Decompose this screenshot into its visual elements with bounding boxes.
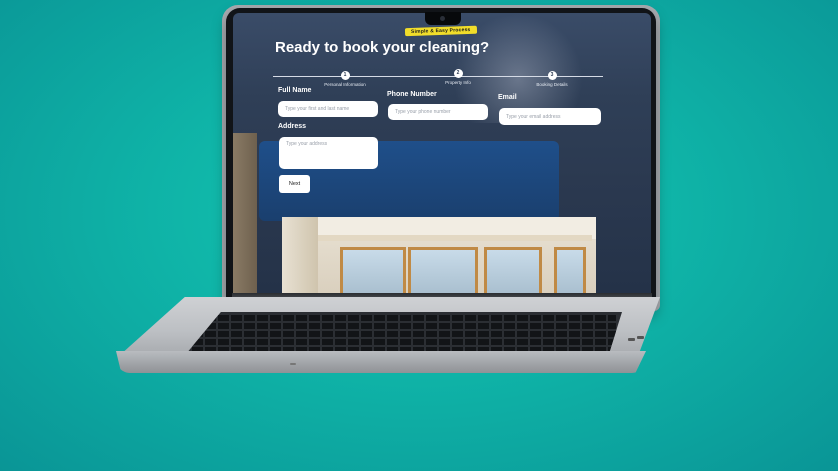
email-input[interactable] xyxy=(499,108,601,125)
photo-window xyxy=(554,247,586,293)
step-label: Property Info xyxy=(445,80,471,85)
address-label: Address xyxy=(278,123,307,130)
photo-window xyxy=(484,247,542,293)
step-number: 2 xyxy=(453,69,463,78)
step-personal-information[interactable]: 1 Personal Information xyxy=(315,71,375,87)
page-title: Ready to book your cleaning? xyxy=(275,39,490,56)
photo-window xyxy=(340,247,406,293)
camera-notch xyxy=(425,12,461,25)
laptop: Simple & Easy Process Ready to book your… xyxy=(0,0,838,471)
step-property-info[interactable]: 2 Property Info xyxy=(428,69,488,85)
usb-port-icon xyxy=(637,336,644,339)
email-label: Email xyxy=(498,94,517,101)
address-input[interactable] xyxy=(279,137,378,169)
step-label: Personal Information xyxy=(324,82,366,87)
camera-icon xyxy=(440,16,445,21)
room-photo xyxy=(282,217,596,293)
usb-port-icon xyxy=(628,338,635,341)
photo-wall xyxy=(282,217,318,293)
photo-beam xyxy=(302,235,592,241)
trackpad-notch xyxy=(290,363,296,365)
laptop-screen: Simple & Easy Process Ready to book your… xyxy=(233,13,651,293)
laptop-base-edge xyxy=(116,351,646,373)
keyboard-keys xyxy=(192,315,616,351)
full-name-input[interactable] xyxy=(278,101,378,117)
background-cabinet xyxy=(233,133,257,293)
step-booking-details[interactable]: 3 Booking Details xyxy=(522,71,582,87)
laptop-keyboard xyxy=(186,312,622,354)
step-label: Booking Details xyxy=(536,82,568,87)
phone-number-input[interactable] xyxy=(388,104,488,120)
step-number: 3 xyxy=(547,71,557,80)
full-name-label: Full Name xyxy=(278,87,312,94)
photo-window xyxy=(408,247,478,293)
phone-number-label: Phone Number xyxy=(387,91,437,98)
next-button[interactable]: Next xyxy=(279,175,310,193)
step-number: 1 xyxy=(340,71,350,80)
